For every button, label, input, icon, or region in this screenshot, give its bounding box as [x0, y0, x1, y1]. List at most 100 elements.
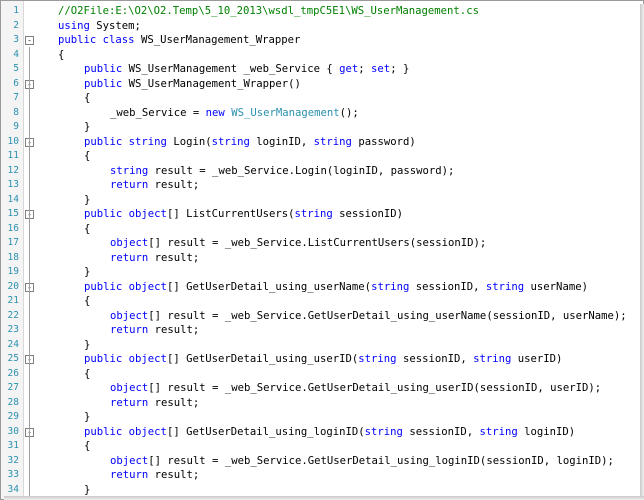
code-line[interactable]: 5 public WS_UserManagement _web_Service {…: [1, 62, 641, 77]
code-area[interactable]: 1 //O2File:E:\O2\O2.Temp\5_10_2013\wsdl_t…: [1, 4, 641, 497]
line-number: 6: [13, 77, 19, 89]
code-token: {: [84, 367, 91, 380]
code-text: }: [84, 338, 90, 353]
line-number: 2: [13, 19, 19, 31]
keyword-token: string: [110, 164, 149, 177]
code-text: string result = _web_Service.Login(login…: [110, 164, 454, 179]
line-number: 3: [13, 34, 19, 45]
line-number: 33: [7, 469, 19, 480]
code-line[interactable]: 23 return result;: [1, 323, 641, 338]
code-token: }: [84, 121, 91, 133]
code-text: {: [84, 439, 90, 454]
code-line[interactable]: 27 object[] result = _web_Service.GetUser…: [1, 381, 641, 396]
line-number: 11: [7, 150, 19, 161]
code-line[interactable]: 18 return result;: [1, 251, 641, 266]
line-number: 16: [7, 222, 19, 234]
line-number: 26: [7, 367, 19, 379]
keyword-token: public: [84, 425, 123, 438]
code-line[interactable]: 7{: [1, 91, 641, 106]
keyword-token: object: [110, 454, 149, 467]
code-text: public object[] GetUserDetail_using_user…: [84, 280, 588, 295]
code-line[interactable]: 22 object[] result = _web_Service.GetUser…: [1, 309, 641, 324]
code-text: public object[] GetUserDetail_using_logi…: [84, 425, 575, 440]
line-number: 13: [7, 179, 19, 190]
keyword-token: object: [110, 309, 149, 322]
code-line[interactable]: 28 return result;: [1, 396, 641, 411]
keyword-token: get: [339, 63, 359, 75]
keyword-token: new: [205, 106, 225, 119]
code-text: //O2File:E:\O2\O2.Temp\5_10_2013\wsdl_tm…: [58, 4, 479, 19]
code-line[interactable]: 15-public object[] ListCurrentUsers(stri…: [1, 207, 641, 222]
code-text: return result;: [110, 323, 199, 338]
code-text: }: [84, 483, 90, 498]
code-line[interactable]: 3- public class WS_UserManagement_Wrapper: [1, 33, 641, 48]
code-text: {: [84, 294, 90, 309]
code-line[interactable]: 10-public string Login(string loginID, s…: [1, 135, 641, 150]
code-line[interactable]: 4{: [1, 48, 641, 63]
code-text: return result;: [110, 251, 199, 266]
code-line[interactable]: 33 return result;: [1, 468, 641, 483]
code-line[interactable]: 8 _web_Service = new WS_UserManagement();: [1, 106, 641, 121]
code-token: sessionID): [332, 208, 403, 220]
code-text: return result;: [110, 396, 199, 411]
code-line[interactable]: 34}: [1, 483, 641, 498]
code-token: {: [84, 150, 91, 162]
keyword-token: return: [110, 251, 149, 264]
code-line[interactable]: 20-public object[] GetUserDetail_using_u…: [1, 280, 641, 295]
keyword-token: string: [479, 425, 518, 438]
code-text: return result;: [110, 468, 199, 483]
code-token: result;: [148, 396, 200, 409]
code-token: {: [84, 92, 91, 104]
keyword-token: using: [58, 19, 90, 32]
code-line[interactable]: 1 //O2File:E:\O2\O2.Temp\5_10_2013\wsdl_t…: [1, 4, 641, 19]
code-line[interactable]: 14}: [1, 193, 641, 208]
collapse-toggle-icon[interactable]: -: [25, 36, 34, 45]
code-text: public object[] ListCurrentUsers(string …: [84, 207, 403, 222]
code-line[interactable]: 29}: [1, 410, 641, 425]
code-line[interactable]: 6-public WS_UserManagement_Wrapper(): [1, 77, 641, 92]
code-line[interactable]: 30-public object[] GetUserDetail_using_l…: [1, 425, 641, 440]
code-line[interactable]: 13 return result;: [1, 178, 641, 193]
code-text: public string Login(string loginID, stri…: [84, 135, 416, 150]
code-text: using System;: [58, 19, 141, 34]
code-text: object[] result = _web_Service.GetUserDe…: [110, 454, 614, 469]
code-line[interactable]: 26 {: [1, 367, 641, 382]
line-number: 8: [13, 106, 19, 118]
code-token: [] result = _web_Service.ListCurrentUser…: [148, 237, 487, 249]
keyword-token: string: [371, 280, 410, 293]
code-line[interactable]: 11 {: [1, 149, 641, 164]
code-line[interactable]: 9}: [1, 120, 641, 135]
code-line[interactable]: 12 string result = _web_Service.Login(log…: [1, 164, 641, 179]
code-line[interactable]: 31 {: [1, 439, 641, 454]
line-number: 19: [7, 266, 19, 277]
code-line[interactable]: 25-public object[] GetUserDetail_using_u…: [1, 352, 641, 367]
code-line[interactable]: 24}: [1, 338, 641, 353]
line-number: 23: [7, 324, 19, 335]
line-number: 30: [7, 425, 19, 437]
code-token: [] result = _web_Service.GetUserDetail_u…: [148, 382, 602, 394]
code-text: {: [84, 367, 90, 382]
line-number: 20: [7, 280, 19, 292]
keyword-token: object: [128, 353, 167, 365]
keyword-token: public: [58, 34, 97, 46]
code-editor[interactable]: 1 //O2File:E:\O2\O2.Temp\5_10_2013\wsdl_t…: [0, 0, 644, 500]
code-line[interactable]: 32 object[] result = _web_Service.GetUser…: [1, 454, 641, 469]
line-number: 22: [7, 309, 19, 321]
code-line[interactable]: 21 {: [1, 294, 641, 309]
code-line[interactable]: 19}: [1, 265, 641, 280]
code-token: }: [84, 193, 91, 206]
keyword-token: return: [110, 324, 149, 336]
code-line[interactable]: 2 using System;: [1, 19, 641, 34]
code-token: ; }: [390, 63, 410, 75]
code-token: WS_UserManagement _web_Service {: [122, 63, 340, 75]
code-text: {: [84, 149, 90, 164]
type-token: WS_UserManagement: [231, 106, 340, 119]
keyword-token: return: [110, 469, 149, 481]
code-line[interactable]: 17 object[] result = _web_Service.ListCur…: [1, 236, 641, 251]
code-text: object[] result = _web_Service.ListCurre…: [110, 236, 486, 251]
code-token: Login(: [166, 135, 212, 148]
keyword-token: public: [84, 63, 123, 75]
code-token: result;: [148, 179, 200, 191]
window-shadow-right: [640, 4, 644, 500]
code-line[interactable]: 16 {: [1, 222, 641, 237]
